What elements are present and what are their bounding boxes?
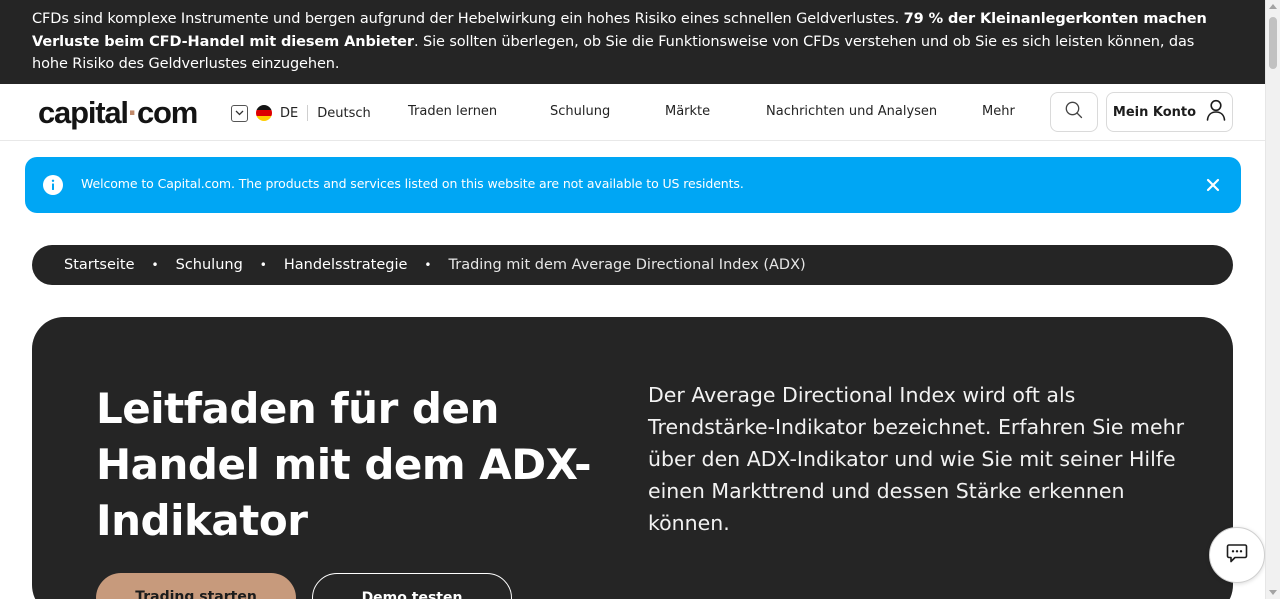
my-account-label: Mein Konto: [1112, 104, 1197, 120]
scroll-down-icon[interactable]: [1269, 590, 1277, 595]
risk-text-start: CFDs sind komplexe Instrumente und berge…: [32, 11, 904, 27]
language-selector[interactable]: DE Deutsch: [231, 104, 371, 122]
logo-text-com: com: [136, 95, 198, 130]
logo-dot: ·: [127, 95, 138, 130]
us-residents-notice: Welcome to Capital.com. The products and…: [25, 157, 1241, 213]
chat-button[interactable]: [1209, 527, 1265, 583]
site-header: capital·com DE Deutsch Traden lernen Sch…: [0, 84, 1265, 141]
breadcrumb-handelsstrategie[interactable]: Handelsstrategie: [284, 257, 408, 273]
user-icon: [1206, 99, 1226, 125]
close-icon[interactable]: [1205, 177, 1221, 197]
breadcrumb-separator: •: [151, 258, 159, 272]
language-code: DE: [280, 105, 299, 121]
start-trading-button[interactable]: Trading starten: [96, 573, 296, 599]
language-divider: [307, 105, 309, 121]
breadcrumb-separator: •: [259, 258, 267, 272]
page-scrollbar[interactable]: [1265, 0, 1280, 599]
breadcrumb: Startseite • Schulung • Handelsstrategie…: [32, 245, 1233, 285]
hero-section: Leitfaden für den Handel mit dem ADX-Ind…: [32, 317, 1233, 599]
nav-schulung[interactable]: Schulung: [550, 104, 610, 119]
nav-traden-lernen[interactable]: Traden lernen: [408, 104, 497, 119]
scrollbar-thumb[interactable]: [1269, 17, 1277, 69]
scroll-up-icon[interactable]: [1269, 4, 1277, 9]
my-account-button[interactable]: Mein Konto: [1106, 92, 1233, 132]
nav-maerkte[interactable]: Märkte: [665, 104, 710, 119]
chat-icon: [1226, 542, 1248, 568]
logo-text-capital: capital: [38, 95, 129, 130]
breadcrumb-startseite[interactable]: Startseite: [64, 257, 135, 273]
try-demo-button[interactable]: Demo testen: [312, 573, 512, 599]
capital-com-logo[interactable]: capital·com: [38, 95, 198, 131]
notice-text: Welcome to Capital.com. The products and…: [81, 176, 744, 191]
language-name: Deutsch: [317, 105, 371, 121]
search-icon: [1065, 101, 1083, 123]
nav-nachrichten-analysen[interactable]: Nachrichten und Analysen: [766, 104, 937, 119]
info-icon: [43, 175, 63, 199]
breadcrumb-current: Trading mit dem Average Directional Inde…: [448, 257, 806, 273]
risk-warning-banner: CFDs sind komplexe Instrumente und berge…: [0, 0, 1265, 84]
chevron-down-icon: [231, 104, 248, 122]
page-title: Leitfaden für den Handel mit dem ADX-Ind…: [96, 384, 592, 545]
nav-mehr[interactable]: Mehr: [982, 104, 1015, 119]
hero-lead-text: Der Average Directional Index wird oft a…: [648, 383, 1185, 535]
breadcrumb-separator: •: [424, 258, 432, 272]
search-button[interactable]: [1050, 92, 1098, 132]
breadcrumb-schulung[interactable]: Schulung: [176, 257, 243, 273]
germany-flag-icon: [256, 105, 272, 121]
